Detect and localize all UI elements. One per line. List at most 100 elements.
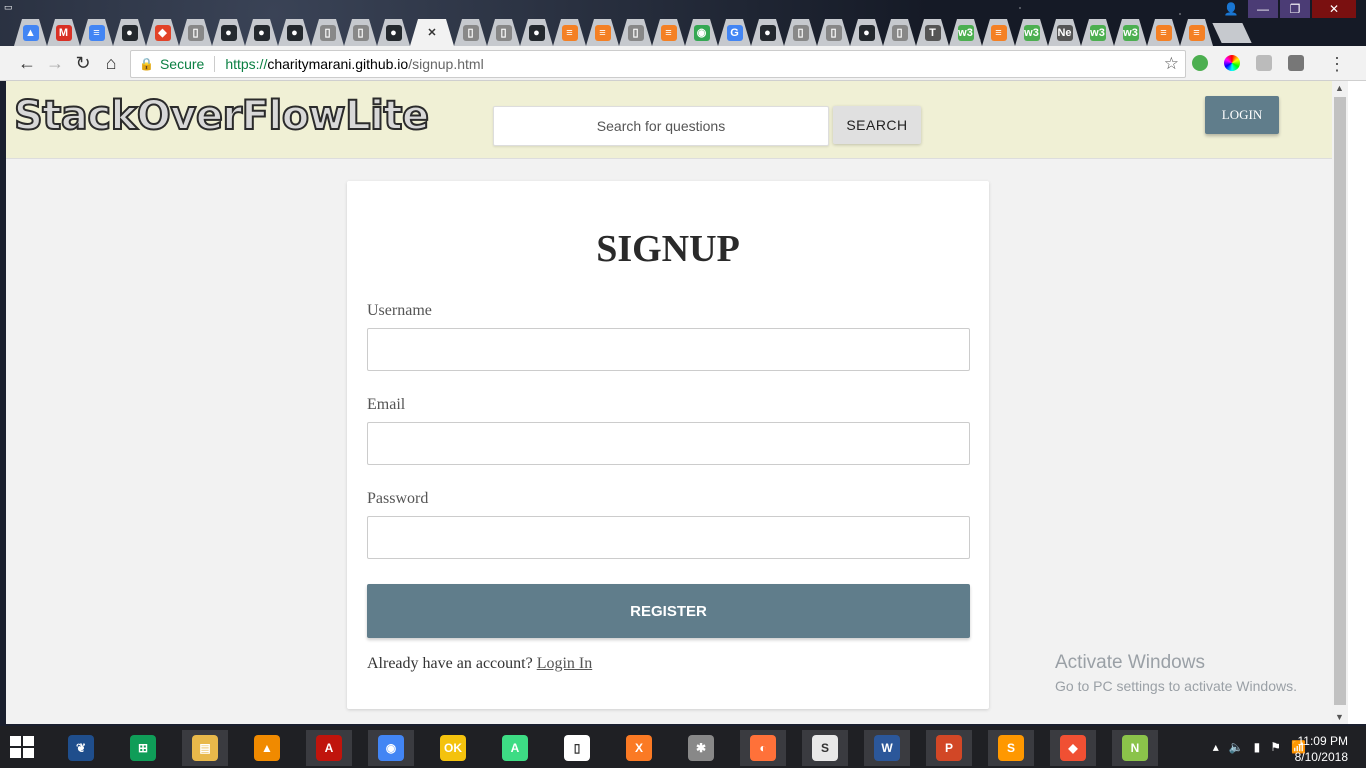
browser-tab[interactable]: ●: [245, 19, 278, 46]
browser-tab[interactable]: ●: [113, 19, 146, 46]
browser-tab[interactable]: ▯: [619, 19, 652, 46]
browser-tab[interactable]: ✕: [410, 19, 454, 46]
color-picker-extension-icon[interactable]: [1224, 55, 1240, 71]
browser-tab[interactable]: ≡: [1147, 19, 1180, 46]
search-button[interactable]: SEARCH: [833, 106, 921, 144]
taskbar-app[interactable]: W: [864, 730, 910, 766]
password-field[interactable]: [367, 516, 970, 559]
browser-tab[interactable]: Ne: [1048, 19, 1081, 46]
taskbar-app[interactable]: P: [926, 730, 972, 766]
browser-tab[interactable]: ▯: [311, 19, 344, 46]
browser-tab[interactable]: ●: [520, 19, 553, 46]
forward-icon[interactable]: →: [44, 52, 66, 74]
search-input[interactable]: Search for questions: [493, 106, 829, 146]
page-scrollbar[interactable]: ▲ ▼: [1332, 81, 1348, 724]
taskbar-app[interactable]: ◉: [368, 730, 414, 766]
extension-icon[interactable]: [1192, 55, 1208, 71]
taskbar-app[interactable]: X: [616, 730, 662, 766]
new-tab-button[interactable]: [1212, 23, 1252, 43]
taskbar-app[interactable]: ▯: [554, 730, 600, 766]
browser-tab[interactable]: ●: [377, 19, 410, 46]
scrollbar-thumb[interactable]: [1334, 97, 1346, 705]
browser-tab[interactable]: ≡: [80, 19, 113, 46]
browser-tab[interactable]: ●: [850, 19, 883, 46]
signup-card: SIGNUP Username Email Password REGISTER …: [347, 181, 989, 709]
taskbar-app[interactable]: ⊞: [120, 730, 166, 766]
browser-tab[interactable]: M: [47, 19, 80, 46]
browser-tab[interactable]: ▯: [817, 19, 850, 46]
windows-start-icon[interactable]: [10, 736, 34, 758]
volume-icon[interactable]: 🔈: [1229, 740, 1244, 754]
taskbar-app[interactable]: A: [306, 730, 352, 766]
browser-tab[interactable]: ≡: [586, 19, 619, 46]
browser-tab[interactable]: ▯: [784, 19, 817, 46]
maximize-button[interactable]: ❐: [1280, 0, 1310, 18]
page-icon: ▯: [496, 25, 512, 41]
taskbar-app[interactable]: ▲: [244, 730, 290, 766]
browser-tab[interactable]: G: [718, 19, 751, 46]
register-button[interactable]: REGISTER: [367, 584, 970, 638]
taskbar-app[interactable]: S: [988, 730, 1034, 766]
taskbar-app[interactable]: A: [492, 730, 538, 766]
browser-tab[interactable]: ▯: [487, 19, 520, 46]
taskbar-app[interactable]: ◆: [1050, 730, 1096, 766]
login-link[interactable]: Login In: [537, 655, 593, 672]
close-icon[interactable]: ✕: [424, 25, 440, 41]
battery-icon[interactable]: ▮: [1254, 740, 1261, 754]
camera-icon[interactable]: [1288, 55, 1304, 71]
browser-tab[interactable]: ◉: [685, 19, 718, 46]
taskbar-app[interactable]: ▤: [182, 730, 228, 766]
minimize-button[interactable]: —: [1248, 0, 1278, 18]
browser-tab[interactable]: ≡: [1180, 19, 1213, 46]
browser-tab[interactable]: w3: [1081, 19, 1114, 46]
user-icon[interactable]: 👤: [1216, 0, 1246, 18]
extension-box-icon[interactable]: [1256, 55, 1272, 71]
window-menu-icon[interactable]: ▭: [4, 2, 28, 12]
windows-taskbar: ❦ ⊞ ▤ ▲ A ◉ OK A ▯ X ✱ ◐ S W P S ◆ N ▴ 🔈 ▮ ⚑ 📶 11:09 PM 8…: [0, 726, 1366, 768]
browser-tab[interactable]: ≡: [982, 19, 1015, 46]
taskbar-app[interactable]: ◐: [740, 730, 786, 766]
sublime-icon: S: [998, 735, 1024, 761]
close-window-button[interactable]: ✕: [1312, 0, 1356, 18]
username-field[interactable]: [367, 328, 970, 371]
scroll-up-icon[interactable]: ▲: [1335, 83, 1344, 93]
browser-tab[interactable]: ≡: [553, 19, 586, 46]
page-icon: ▯: [793, 25, 809, 41]
browser-tab[interactable]: ▲: [14, 19, 47, 46]
browser-tab[interactable]: ▯: [179, 19, 212, 46]
bookmark-star-icon[interactable]: ☆: [1164, 54, 1179, 74]
taskbar-app[interactable]: ✱: [678, 730, 724, 766]
browser-tab[interactable]: w3: [949, 19, 982, 46]
stackoverflow-icon: ≡: [661, 25, 677, 41]
github-icon: ●: [529, 25, 545, 41]
browser-tab[interactable]: w3: [1114, 19, 1147, 46]
home-icon[interactable]: ⌂: [100, 52, 122, 74]
browser-tab[interactable]: ▯: [883, 19, 916, 46]
tray-overflow-icon[interactable]: ▴: [1213, 740, 1219, 754]
browser-tab[interactable]: ●: [751, 19, 784, 46]
github-icon: ●: [760, 25, 776, 41]
browser-menu-icon[interactable]: ⋮: [1328, 54, 1346, 75]
browser-tab[interactable]: ▯: [344, 19, 377, 46]
browser-tab[interactable]: w3: [1015, 19, 1048, 46]
system-clock[interactable]: 11:09 PM 8/10/2018: [1295, 733, 1348, 765]
back-icon[interactable]: ←: [16, 52, 38, 74]
taskbar-app[interactable]: N: [1112, 730, 1158, 766]
email-field[interactable]: [367, 422, 970, 465]
login-button[interactable]: LOGIN: [1205, 96, 1279, 134]
browser-tab[interactable]: ●: [212, 19, 245, 46]
site-logo[interactable]: StackOverFlowLite: [13, 92, 430, 140]
scroll-down-icon[interactable]: ▼: [1335, 712, 1344, 722]
taskbar-app[interactable]: OK: [430, 730, 476, 766]
browser-tab[interactable]: ≡: [652, 19, 685, 46]
browser-tab[interactable]: ◆: [146, 19, 179, 46]
file-explorer-icon: ▤: [192, 735, 218, 761]
address-bar[interactable]: 🔒 Secure https://charitymarani.github.io…: [130, 50, 1186, 78]
browser-tab[interactable]: T: [916, 19, 949, 46]
browser-tab[interactable]: ●: [278, 19, 311, 46]
taskbar-app[interactable]: S: [802, 730, 848, 766]
taskbar-app[interactable]: ❦: [58, 730, 104, 766]
action-center-icon[interactable]: ⚑: [1270, 740, 1281, 754]
browser-tab[interactable]: ▯: [454, 19, 487, 46]
reload-icon[interactable]: ↻: [72, 52, 94, 74]
